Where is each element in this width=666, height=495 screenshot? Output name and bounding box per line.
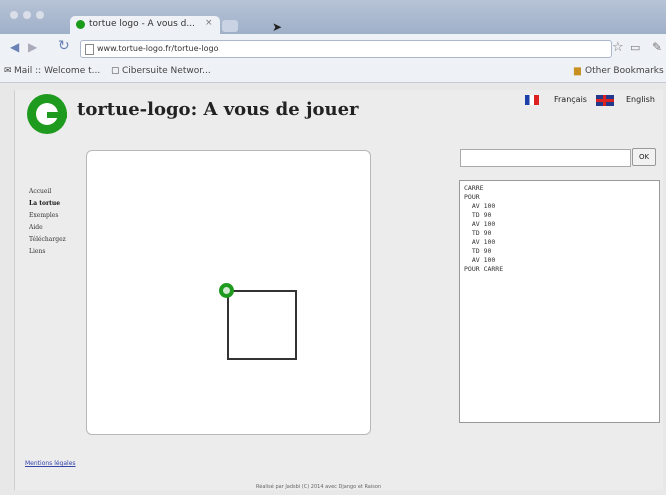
tab-favicon-icon — [76, 20, 85, 29]
side-nav: Accueil La tortue Exemples Aide Téléchar… — [29, 186, 66, 258]
page-icon — [85, 44, 94, 55]
window-maximize-icon[interactable] — [36, 11, 44, 19]
lang-english-link[interactable]: English — [626, 95, 655, 104]
folder-icon: ▆ — [574, 66, 581, 76]
tab-title: tortue logo - A vous d... — [89, 19, 195, 29]
turtle-icon — [219, 283, 234, 298]
page-menu-icon[interactable]: ▭ — [630, 41, 640, 54]
forward-arrow-icon[interactable]: ▶ — [28, 40, 37, 54]
lang-french-link[interactable]: Français — [554, 95, 587, 104]
nav-item-liens[interactable]: Liens — [29, 246, 66, 258]
ok-button[interactable]: OK — [632, 148, 656, 166]
bookmark-star-icon[interactable]: ☆ — [612, 40, 624, 55]
bookmark-mail[interactable]: Mail :: Welcome t... — [14, 66, 100, 76]
bookmarks-bar: ✉ Mail :: Welcome t... ▢ Cibersuite Netw… — [0, 62, 666, 83]
tortue-logo-icon — [27, 94, 67, 134]
reload-icon[interactable]: ↻ — [58, 38, 70, 54]
legal-link[interactable]: Mentions légales — [25, 460, 76, 467]
wrench-icon[interactable]: ✎ — [652, 40, 662, 54]
mouse-cursor-icon: ➤ — [272, 20, 283, 34]
nav-item-telechargez[interactable]: Téléchargez — [29, 234, 66, 246]
nav-item-exemples[interactable]: Exemples — [29, 210, 66, 222]
nav-item-aide[interactable]: Aide — [29, 222, 66, 234]
page-title: tortue-logo: A vous de jouer — [77, 99, 359, 120]
tab-close-icon[interactable]: × — [205, 18, 213, 28]
mail-bookmark-icon: ✉ — [4, 66, 12, 76]
bookmark-cibersuite[interactable]: Cibersuite Networ... — [122, 66, 211, 76]
nav-item-la-tortue[interactable]: La tortue — [29, 198, 66, 210]
program-editor[interactable]: CARRE POUR AV 100 TD 90 AV 100 TD 90 AV … — [459, 180, 660, 423]
nav-item-accueil[interactable]: Accueil — [29, 186, 66, 198]
command-input[interactable] — [460, 149, 631, 167]
uk-flag-icon[interactable] — [596, 95, 614, 106]
french-flag-icon[interactable] — [525, 95, 539, 105]
back-arrow-icon[interactable]: ◀ — [10, 40, 19, 54]
new-tab-button[interactable] — [222, 20, 238, 32]
other-bookmarks[interactable]: Other Bookmarks — [585, 66, 664, 76]
url-bar[interactable]: www.tortue-logo.fr/tortue-logo — [80, 40, 612, 58]
window-minimize-icon[interactable] — [23, 11, 31, 19]
credit-text: Réalisé par Jadsbi (C) 2014 avec Django … — [256, 484, 382, 490]
browser-tab[interactable]: tortue logo - A vous d... × — [70, 16, 220, 34]
url-text: www.tortue-logo.fr/tortue-logo — [97, 44, 219, 53]
window-close-icon[interactable] — [10, 11, 18, 19]
drawn-square — [227, 290, 297, 360]
document-icon: ▢ — [111, 66, 120, 76]
